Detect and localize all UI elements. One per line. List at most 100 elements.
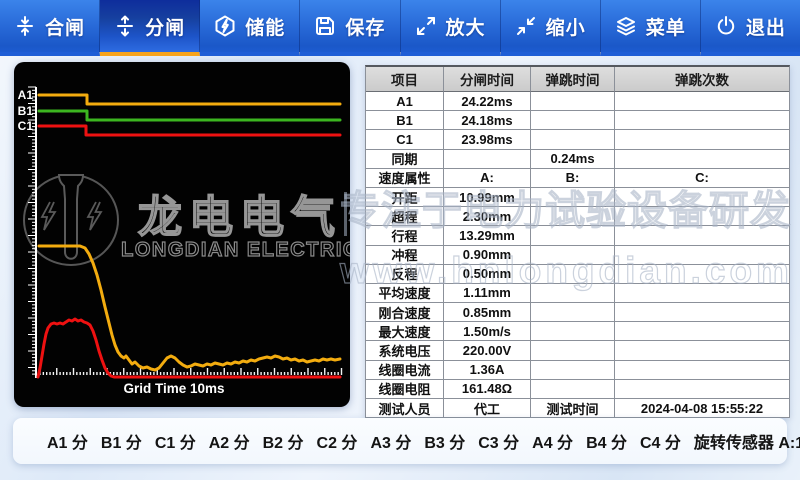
table-row: 超程2.30mm (366, 207, 789, 226)
table-cell: 测试时间 (531, 399, 615, 417)
results-table: 项目分闸时间弹跳时间弹跳次数A124.22msB124.18msC123.98m… (365, 65, 790, 418)
save-button[interactable]: 保存 (300, 0, 400, 56)
close-switch-button[interactable]: 合闸 (0, 0, 100, 56)
table-cell: 23.98ms (444, 130, 531, 149)
travel-curve-trace (39, 246, 340, 370)
table-cell: 冲程 (366, 246, 444, 265)
table-cell (615, 150, 789, 169)
exit-button[interactable]: 退出 (701, 0, 800, 56)
table-cell: 测试人员 (366, 399, 444, 417)
table-cell (615, 322, 789, 341)
table-row: 线圈电流1.36A (366, 361, 789, 380)
phase-status-item: C1 分 (155, 429, 196, 453)
table-cell: 220.00V (444, 341, 531, 360)
phase-status-item: A1 分 (47, 429, 88, 453)
table-cell (531, 92, 615, 111)
table-header-cell: 项目 (366, 67, 444, 92)
table-cell: 行程 (366, 226, 444, 245)
zoom-out-button[interactable]: 缩小 (501, 0, 601, 56)
table-cell: 0.24ms (531, 150, 615, 169)
table-cell: 线圈电流 (366, 361, 444, 380)
table-cell: 超程 (366, 207, 444, 226)
toolbar-button-label: 菜单 (646, 13, 686, 40)
table-header-cell: 分闸时间 (444, 67, 531, 92)
toolbar-button-label: 保存 (345, 13, 385, 40)
table-cell: 平均速度 (366, 284, 444, 303)
table-cell: 刚合速度 (366, 303, 444, 322)
table-cell (531, 322, 615, 341)
table-cell (531, 246, 615, 265)
table-cell (615, 380, 789, 399)
table-cell: B1 (366, 111, 444, 130)
zoom-in-button[interactable]: 放大 (401, 0, 501, 56)
table-cell: 2024-04-08 15:55:22 (615, 399, 789, 417)
table-cell (615, 265, 789, 284)
table-row: 最大速度1.50m/s (366, 322, 789, 341)
table-header-cell: 弹跳时间 (531, 67, 615, 92)
watermark-en-text: LONGDIAN ELECTRIC (121, 239, 350, 261)
phase-trace-label: B1 (18, 104, 34, 118)
table-cell: A: (444, 169, 531, 188)
table-cell: 24.18ms (444, 111, 531, 130)
table-cell: C1 (366, 130, 444, 149)
power-icon (715, 15, 737, 37)
table-row: 平均速度1.11mm (366, 284, 789, 303)
table-cell (444, 150, 531, 169)
menu-icon (615, 15, 637, 37)
time-axis-label: Grid Time 10ms (123, 381, 224, 396)
table-cell: 24.22ms (444, 92, 531, 111)
table-row: 测试人员代工测试时间2024-04-08 15:55:22 (366, 399, 789, 417)
phase-status-item: B1 分 (101, 429, 142, 453)
oscillogram-panel: 龙电电气 LONGDIAN ELECTRIC A1B1C1 Grid Time … (14, 62, 350, 407)
table-cell (531, 284, 615, 303)
table-cell: A1 (366, 92, 444, 111)
table-cell: 同期 (366, 150, 444, 169)
phase-status-item: B4 分 (586, 429, 627, 453)
table-cell: 0.85mm (444, 303, 531, 322)
table-cell: 1.11mm (444, 284, 531, 303)
phase-a1-trace (39, 95, 340, 104)
toolbar-button-label: 放大 (446, 13, 486, 40)
phase-status-item: A2 分 (209, 429, 250, 453)
close-switch-icon (14, 15, 36, 37)
phase-status-item: C4 分 (640, 429, 681, 453)
table-row: C123.98ms (366, 130, 789, 149)
table-cell: 线圈电阻 (366, 380, 444, 399)
phase-status-item: C3 分 (478, 429, 519, 453)
zoom-in-icon (415, 15, 437, 37)
table-cell: 1.50m/s (444, 322, 531, 341)
table-cell (531, 188, 615, 207)
table-cell: 最大速度 (366, 322, 444, 341)
table-cell (615, 361, 789, 380)
table-cell: 2.30mm (444, 207, 531, 226)
save-icon (314, 15, 336, 37)
table-cell: C: (615, 169, 789, 188)
table-row: 反程0.50mm (366, 265, 789, 284)
table-cell (615, 92, 789, 111)
phase-c1-trace (39, 126, 340, 135)
table-cell: 反程 (366, 265, 444, 284)
table-row: 系统电压220.00V (366, 341, 789, 360)
phase-trace-label: A1 (18, 88, 34, 102)
table-cell: 161.48Ω (444, 380, 531, 399)
table-cell: 10.99mm (444, 188, 531, 207)
table-cell (615, 207, 789, 226)
energy-storage-button[interactable]: 储能 (200, 0, 300, 56)
table-cell: 系统电压 (366, 341, 444, 360)
coil-current-trace (38, 319, 340, 377)
table-row: A124.22ms (366, 92, 789, 111)
table-cell: 0.50mm (444, 265, 531, 284)
table-cell (615, 303, 789, 322)
open-switch-icon (114, 15, 136, 37)
table-cell: 13.29mm (444, 226, 531, 245)
rotary-sensor-readout: 旋转传感器 A:188.4 (694, 429, 800, 453)
table-row: 速度属性A:B:C: (366, 169, 789, 188)
table-cell: B: (531, 169, 615, 188)
table-cell (531, 207, 615, 226)
phase-status-item: A4 分 (532, 429, 573, 453)
table-cell (615, 341, 789, 360)
open-switch-button[interactable]: 分闸 (100, 0, 200, 56)
toolbar-button-label: 合闸 (45, 13, 85, 40)
toolbar: 合闸 分闸 储能 保存 放大 缩 (0, 0, 800, 56)
menu-button[interactable]: 菜单 (601, 0, 701, 56)
